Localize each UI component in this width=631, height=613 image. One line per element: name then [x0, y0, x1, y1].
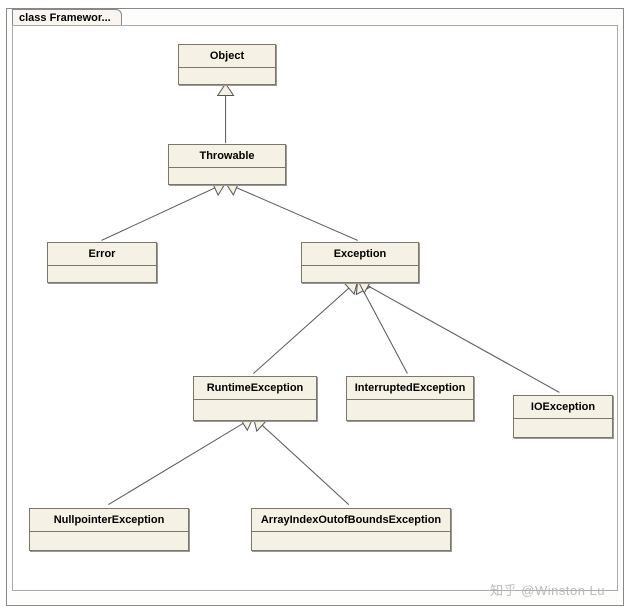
uml-class-body: [30, 532, 188, 550]
uml-class-body: [169, 168, 285, 184]
diagram-tab: class Framewor...: [12, 9, 122, 25]
edge-layer: [13, 26, 617, 590]
uml-class-body: [194, 400, 316, 420]
uml-class-body: [347, 400, 473, 420]
uml-class-name: Throwable: [169, 145, 285, 168]
uml-class-name: InterruptedException: [347, 377, 473, 400]
uml-class-aioob: ArrayIndexOutofBoundsException: [251, 508, 451, 551]
uml-class-name: IOException: [514, 396, 612, 419]
uml-class-name: ArrayIndexOutofBoundsException: [252, 509, 450, 532]
watermark: 知乎 @Winston Lu: [490, 580, 605, 599]
uml-class-object: Object: [178, 44, 276, 85]
uml-class-runtime: RuntimeException: [193, 376, 317, 421]
uml-class-body: [179, 68, 275, 84]
uml-class-name: Exception: [302, 243, 418, 266]
uml-class-exception: Exception: [301, 242, 419, 283]
uml-class-io: IOException: [513, 395, 613, 438]
uml-class-name: NullpointerException: [30, 509, 188, 532]
uml-class-name: Error: [48, 243, 156, 266]
uml-class-interrupted: InterruptedException: [346, 376, 474, 421]
uml-class-body: [302, 266, 418, 282]
diagram-inner-frame: Object Throwable Error Exception RuntimeExce…: [12, 25, 618, 591]
uml-class-throwable: Throwable: [168, 144, 286, 185]
diagram-frame: class Framewor... Object Throwable Error Ex…: [6, 8, 624, 606]
uml-class-error: Error: [47, 242, 157, 283]
uml-class-body: [252, 532, 450, 550]
uml-class-npe: NullpointerException: [29, 508, 189, 551]
uml-class-body: [514, 419, 612, 437]
uml-class-name: Object: [179, 45, 275, 68]
uml-class-name: RuntimeException: [194, 377, 316, 400]
diagram-canvas: Object Throwable Error Exception RuntimeExce…: [13, 26, 617, 590]
uml-class-body: [48, 266, 156, 282]
